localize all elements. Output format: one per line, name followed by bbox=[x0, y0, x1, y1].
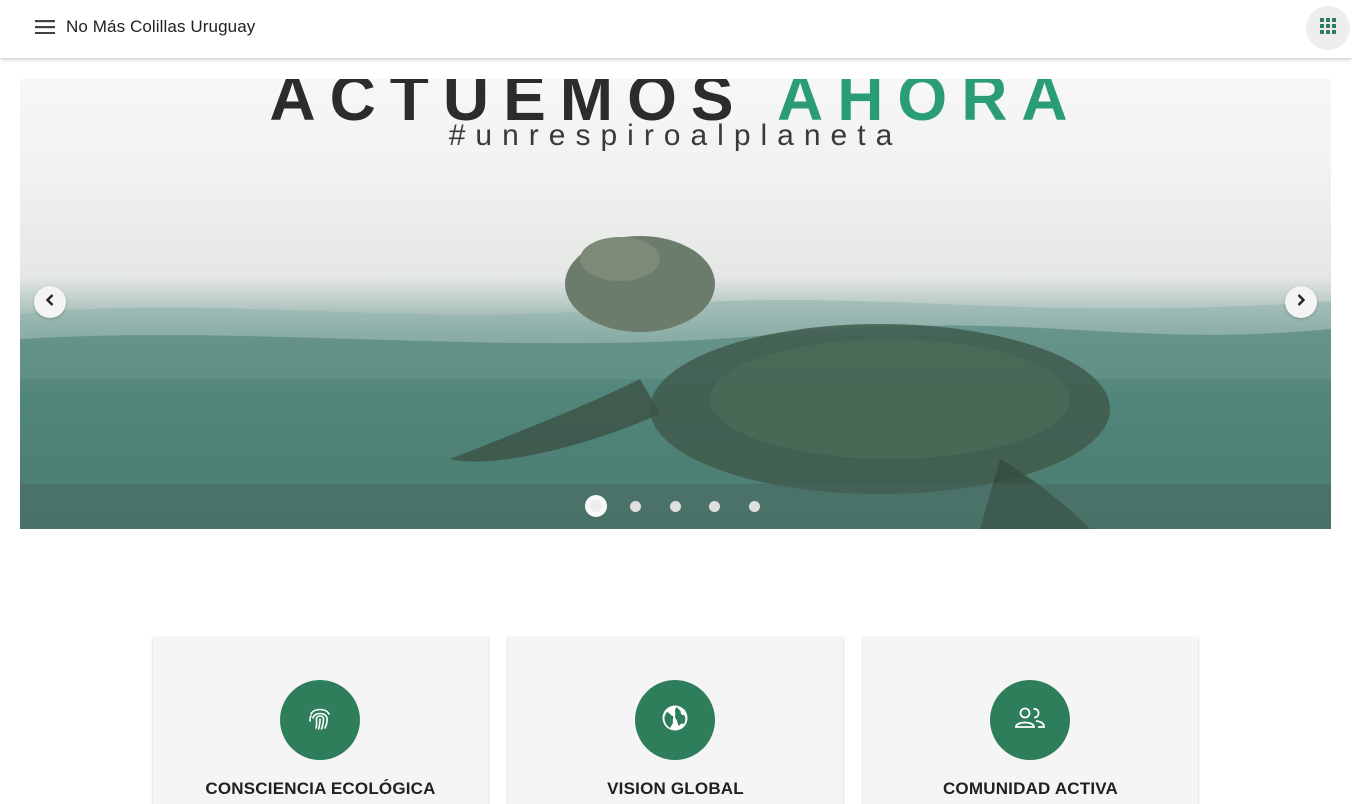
feature-icon-badge bbox=[280, 680, 360, 760]
fingerprint-icon bbox=[306, 704, 334, 737]
chevron-left-icon bbox=[43, 293, 57, 312]
globe-icon bbox=[661, 704, 689, 737]
apps-button[interactable] bbox=[1306, 6, 1350, 50]
feature-title: COMUNIDAD ACTIVA bbox=[942, 779, 1119, 798]
hero-carousel[interactable]: ACTUEMOS AHORA #unrespiroalplaneta bbox=[20, 79, 1331, 529]
feature-card-vision: VISION GLOBAL bbox=[508, 637, 843, 804]
carousel-dot-3[interactable] bbox=[670, 501, 681, 512]
top-app-bar: No Más Colillas Uruguay bbox=[0, 0, 1352, 58]
feature-icon-badge bbox=[635, 680, 715, 760]
feature-card-consciencia: CONSCIENCIA ECOLÓGICA bbox=[153, 637, 488, 804]
menu-button[interactable] bbox=[30, 14, 60, 44]
site-title[interactable]: No Más Colillas Uruguay bbox=[66, 17, 255, 37]
feature-icon-badge bbox=[990, 680, 1070, 760]
carousel-prev-button[interactable] bbox=[34, 286, 66, 318]
apps-icon bbox=[1320, 17, 1336, 39]
carousel-dot-2[interactable] bbox=[630, 501, 641, 512]
carousel-dot-4[interactable] bbox=[709, 501, 720, 512]
carousel-dot-5[interactable] bbox=[749, 501, 760, 512]
menu-icon bbox=[35, 19, 55, 39]
people-icon bbox=[1014, 706, 1046, 735]
feature-title: VISION GLOBAL bbox=[607, 779, 744, 798]
carousel-dot-1[interactable] bbox=[585, 495, 607, 517]
feature-card-comunidad: COMUNIDAD ACTIVA bbox=[863, 637, 1198, 804]
feature-title: CONSCIENCIA ECOLÓGICA bbox=[205, 779, 436, 798]
carousel-next-button[interactable] bbox=[1285, 286, 1317, 318]
slide-hashtag: #unrespiroalplaneta bbox=[448, 119, 903, 152]
chevron-right-icon bbox=[1294, 293, 1308, 312]
